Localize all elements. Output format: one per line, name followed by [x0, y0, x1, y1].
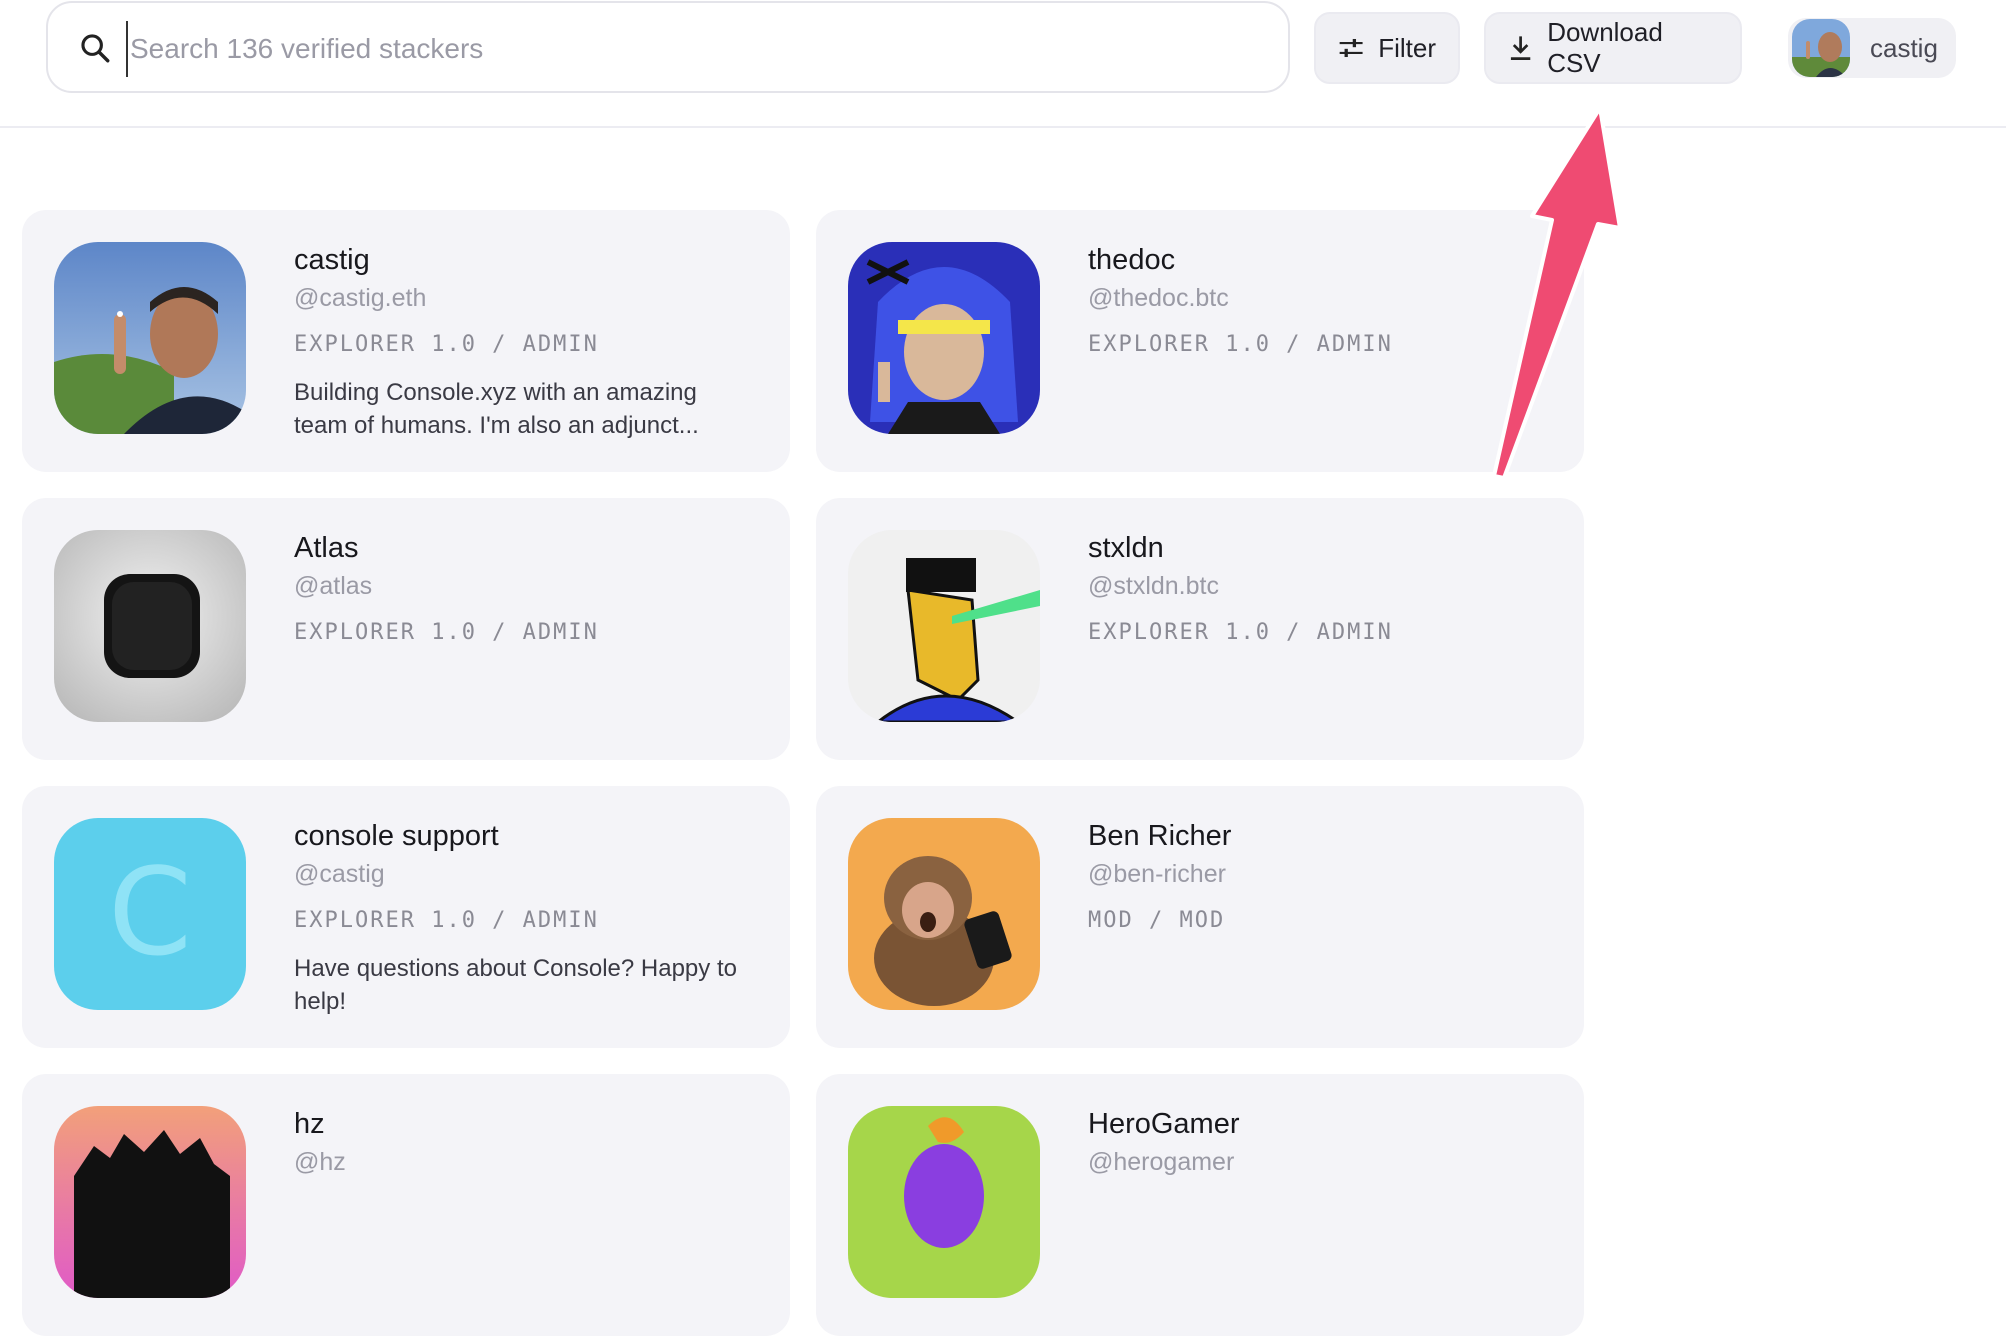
member-card[interactable]: hz @hz [22, 1074, 790, 1336]
download-icon [1510, 36, 1531, 61]
user-name: castig [1870, 32, 1938, 63]
member-card[interactable]: castig @castig.eth EXPLORER 1.0 / ADMIN … [22, 210, 790, 472]
member-name: HeroGamer [1088, 1108, 1240, 1140]
download-csv-label: Download CSV [1547, 17, 1663, 78]
member-handle: @stxldn.btc [1088, 572, 1219, 600]
member-handle: @hz [294, 1148, 346, 1176]
member-card[interactable]: Ben Richer @ben-richer MOD / MOD [816, 786, 1584, 1048]
member-card[interactable]: Atlas @atlas EXPLORER 1.0 / ADMIN [22, 498, 790, 760]
annotation-arrow-icon [1492, 106, 1622, 480]
member-name: hz [294, 1108, 325, 1140]
member-role: MOD / MOD [1088, 908, 1226, 933]
member-name: thedoc [1088, 244, 1176, 276]
member-handle: @atlas [294, 572, 373, 600]
member-role: EXPLORER 1.0 / ADMIN [294, 908, 599, 933]
member-avatar [54, 530, 246, 722]
member-avatar [848, 818, 1040, 1010]
member-card[interactable]: stxldn @stxldn.btc EXPLORER 1.0 / ADMIN [816, 498, 1584, 760]
user-avatar [1792, 19, 1850, 77]
member-card[interactable]: HeroGamer @herogamer [816, 1074, 1584, 1336]
member-avatar [848, 242, 1040, 434]
member-avatar: C [54, 818, 246, 1010]
user-menu[interactable]: castig [1788, 18, 1956, 78]
console-avatar-letter: C [108, 844, 192, 983]
member-handle: @thedoc.btc [1088, 284, 1229, 312]
member-name: console support [294, 820, 499, 852]
member-role: EXPLORER 1.0 / ADMIN [1088, 620, 1393, 645]
member-name: castig [294, 244, 370, 276]
member-card[interactable]: thedoc @thedoc.btc EXPLORER 1.0 / ADMIN [816, 210, 1584, 472]
member-name: Atlas [294, 532, 359, 564]
member-handle: @castig.eth [294, 284, 427, 312]
member-avatar [54, 1106, 246, 1298]
member-avatar [848, 530, 1040, 722]
member-bio: Building Console.xyz with an amazing tea… [294, 379, 699, 439]
top-bar: Filter Download CSV castig [0, 0, 2006, 128]
filter-button[interactable]: Filter [1314, 12, 1460, 84]
member-role: EXPLORER 1.0 / ADMIN [1088, 332, 1393, 357]
member-handle: @ben-richer [1088, 860, 1226, 888]
member-avatar [54, 242, 246, 434]
member-handle: @herogamer [1088, 1148, 1235, 1176]
search-input[interactable] [126, 21, 1252, 77]
member-role: EXPLORER 1.0 / ADMIN [294, 620, 599, 645]
search-icon [81, 34, 110, 63]
download-csv-button[interactable]: Download CSV [1484, 12, 1742, 84]
filter-label: Filter [1378, 32, 1436, 63]
member-role: EXPLORER 1.0 / ADMIN [294, 332, 599, 357]
member-bio: Have questions about Console? Happy to h… [294, 955, 737, 1015]
member-handle: @castig [294, 860, 385, 888]
member-name: stxldn [1088, 532, 1164, 564]
search-bar[interactable] [46, 1, 1290, 93]
member-card[interactable]: C console support @castig EXPLORER 1.0 /… [22, 786, 790, 1048]
sliders-icon [1339, 38, 1363, 58]
member-avatar [848, 1106, 1040, 1298]
member-name: Ben Richer [1088, 820, 1232, 852]
